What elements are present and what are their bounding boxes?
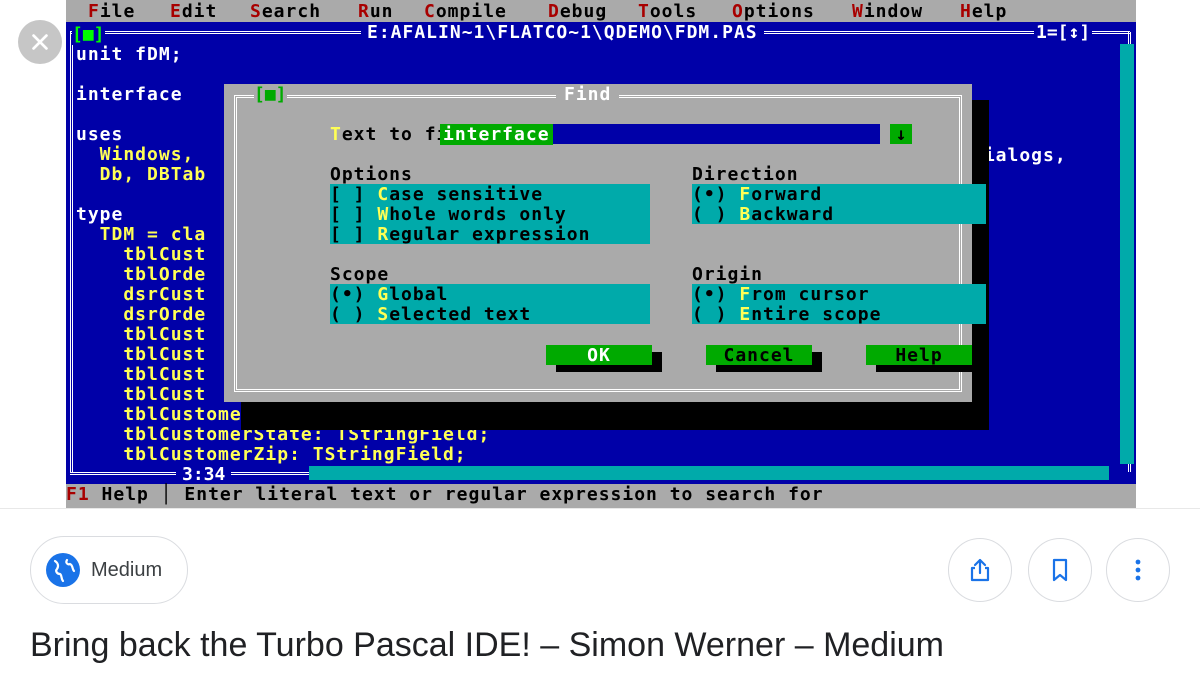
code-line: TDM = cla bbox=[76, 224, 207, 245]
code-line: tblCust bbox=[76, 364, 207, 385]
status-bar: F1 Help │ Enter literal text or regular … bbox=[66, 484, 1136, 508]
status-message: Enter literal text or regular expression… bbox=[172, 484, 824, 505]
menu-run[interactable]: Run bbox=[358, 1, 394, 22]
options-group: [ ] Case sensitive [ ] Whole words only … bbox=[330, 184, 650, 245]
close-button[interactable] bbox=[18, 20, 62, 64]
more-options-button[interactable] bbox=[1106, 538, 1170, 602]
divider bbox=[0, 508, 1200, 509]
code-line: tblCust bbox=[76, 324, 207, 345]
vertical-scrollbar[interactable] bbox=[1120, 44, 1134, 464]
status-key-label: Help bbox=[89, 484, 161, 505]
global-radio[interactable]: (•) Global bbox=[330, 284, 448, 305]
scope-group: (•) Global ( ) Selected text bbox=[330, 284, 650, 325]
menu-file[interactable]: File bbox=[88, 1, 135, 22]
menu-compile[interactable]: Compile bbox=[424, 1, 507, 22]
code-line: tblCust bbox=[76, 244, 207, 265]
menu-search[interactable]: Search bbox=[250, 1, 321, 22]
options-label: Options bbox=[330, 164, 413, 185]
menu-bar: File Edit Search Run Compile Debug Tools… bbox=[66, 0, 1136, 22]
menu-help[interactable]: Help bbox=[960, 1, 1007, 22]
cancel-button[interactable]: Cancel bbox=[706, 345, 812, 366]
menu-window[interactable]: Window bbox=[852, 1, 923, 22]
scope-label: Scope bbox=[330, 264, 390, 285]
code-line: uses bbox=[76, 124, 124, 145]
source-chip[interactable]: Medium bbox=[30, 536, 188, 604]
menu-tools[interactable]: Tools bbox=[638, 1, 697, 22]
entire-scope-radio[interactable]: ( ) Entire scope bbox=[692, 304, 881, 325]
forward-radio[interactable]: (•) Forward bbox=[692, 184, 822, 205]
globe-icon bbox=[46, 553, 80, 587]
code-line: type bbox=[76, 204, 124, 225]
horizontal-scrollbar[interactable] bbox=[309, 466, 1109, 480]
origin-group: (•) From cursor ( ) Entire scope bbox=[692, 284, 986, 325]
menu-edit[interactable]: Edit bbox=[170, 1, 217, 22]
code-line: Windows, bbox=[76, 144, 195, 165]
cursor-position: 3:34 bbox=[176, 464, 232, 485]
code-line: Db, DBTab bbox=[76, 164, 207, 185]
window-frame-left bbox=[70, 32, 73, 472]
code-line: dsrCust bbox=[76, 284, 207, 305]
text-to-find-input[interactable]: interface bbox=[440, 124, 880, 145]
menu-options[interactable]: Options bbox=[732, 1, 815, 22]
close-icon bbox=[32, 34, 48, 50]
whole-words-checkbox[interactable]: [ ] Whole words only bbox=[330, 204, 567, 225]
code-line: tblCustomerZip: TStringField; bbox=[76, 444, 467, 465]
bookmark-icon bbox=[1052, 558, 1068, 582]
help-button[interactable]: Help bbox=[866, 345, 972, 366]
more-vert-icon bbox=[1135, 559, 1141, 581]
selected-text-radio[interactable]: ( ) Selected text bbox=[330, 304, 531, 325]
origin-label: Origin bbox=[692, 264, 764, 285]
share-button[interactable] bbox=[948, 538, 1012, 602]
direction-label: Direction bbox=[692, 164, 799, 185]
turbo-pascal-screenshot: File Edit Search Run Compile Debug Tools… bbox=[66, 0, 1136, 508]
window-file-path: E:AFALIN~1\FLATCO~1\QDEMO\FDM.PAS bbox=[361, 22, 764, 43]
find-dialog: [■] Find Text to find interface ↓ Option… bbox=[224, 84, 986, 402]
code-line: tblOrde bbox=[76, 264, 207, 285]
history-dropdown-icon[interactable]: ↓ bbox=[890, 124, 912, 145]
from-cursor-radio[interactable]: (•) From cursor bbox=[692, 284, 870, 305]
regex-checkbox[interactable]: [ ] Regular expression bbox=[330, 224, 590, 245]
code-line: interface bbox=[76, 84, 183, 105]
ok-button[interactable]: OK bbox=[546, 345, 652, 366]
code-line: tblCust bbox=[76, 344, 207, 365]
backward-radio[interactable]: ( ) Backward bbox=[692, 204, 834, 225]
window-number[interactable]: 1=[↕] bbox=[1034, 22, 1093, 43]
menu-debug[interactable]: Debug bbox=[548, 1, 607, 22]
window-close-box[interactable]: [■] bbox=[72, 24, 105, 45]
code-line: tblCust bbox=[76, 384, 207, 405]
result-caption[interactable]: Bring back the Turbo Pascal IDE! – Simon… bbox=[30, 626, 944, 665]
code-line: dsrOrde bbox=[76, 304, 207, 325]
status-separator: │ bbox=[160, 484, 173, 505]
dialog-title: Find bbox=[556, 84, 620, 105]
dialog-close-box[interactable]: [■] bbox=[254, 84, 287, 105]
bookmark-button[interactable] bbox=[1028, 538, 1092, 602]
code-line: unit fDM; bbox=[76, 44, 183, 65]
status-key[interactable]: F1 bbox=[66, 484, 90, 505]
share-icon bbox=[970, 558, 990, 582]
direction-group: (•) Forward ( ) Backward bbox=[692, 184, 986, 225]
source-name: Medium bbox=[91, 558, 163, 581]
case-sensitive-checkbox[interactable]: [ ] Case sensitive bbox=[330, 184, 543, 205]
